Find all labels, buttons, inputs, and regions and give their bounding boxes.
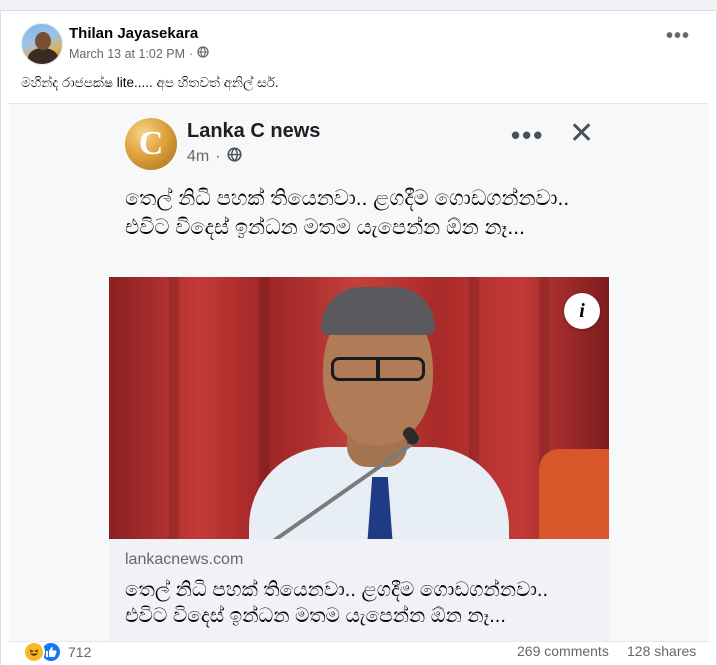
chair-shape <box>539 449 609 539</box>
news-photo: i <box>109 277 609 539</box>
small-dot-separator: · <box>215 148 221 165</box>
link-title: තෙල් නිධි පහක් තියෙනවා.. ළගදීම ගොඩගන්නවා… <box>125 579 549 627</box>
avatar-figure <box>28 48 58 64</box>
page-post-meta: 4m · <box>187 147 242 167</box>
shared-screenshot-image[interactable]: C Lanka C news 4m · ••• ✕ තෙල් නිධි පහක්… <box>9 103 709 642</box>
page-post-time: 4m <box>187 148 210 165</box>
author-name[interactable]: Thilan Jayasekara <box>69 25 198 42</box>
page-name: Lanka C news <box>187 120 321 142</box>
globe-icon <box>227 147 242 167</box>
haha-icon <box>23 641 45 663</box>
link-domain: lankacnews.com <box>125 551 244 568</box>
post-card: Thilan Jayasekara March 13 at 1:02 PM · … <box>0 10 717 665</box>
meta-separator: · <box>189 46 194 61</box>
post-options-button[interactable]: ••• <box>666 26 690 46</box>
logo-letter: C <box>138 125 164 162</box>
post-timestamp[interactable]: March 13 at 1:02 PM <box>69 47 185 61</box>
shares-count-link[interactable]: 128 shares <box>627 643 696 659</box>
comments-count-link[interactable]: 269 comments <box>517 643 609 659</box>
embedded-close-icon: ✕ <box>569 117 595 150</box>
author-avatar[interactable] <box>21 23 63 65</box>
news-headline: තෙල් නිධි පහක් තියෙනවා.. ළගදීම ගොඩගන්නවා… <box>125 187 570 239</box>
post-text: මහින්ද රාජපක්ෂ lite..... අප හිතවත් අනිල්… <box>21 75 279 90</box>
avatar-face <box>35 32 51 50</box>
link-preview: lankacnews.com තෙල් නිධි පහක් තියෙනවා.. … <box>109 539 609 641</box>
person-glasses <box>331 357 425 381</box>
reactions-summary[interactable]: 712 <box>23 641 91 663</box>
info-icon: i <box>564 293 600 329</box>
post-meta: March 13 at 1:02 PM · <box>69 46 209 61</box>
curtain-fold <box>169 277 179 539</box>
reaction-count: 712 <box>68 644 92 660</box>
lanka-c-news-logo: C <box>125 118 177 170</box>
globe-icon <box>197 46 209 61</box>
embedded-more-icon: ••• <box>511 120 545 150</box>
post-footer: 712 269 comments 128 shares <box>1 631 717 665</box>
person-hair <box>321 287 435 335</box>
